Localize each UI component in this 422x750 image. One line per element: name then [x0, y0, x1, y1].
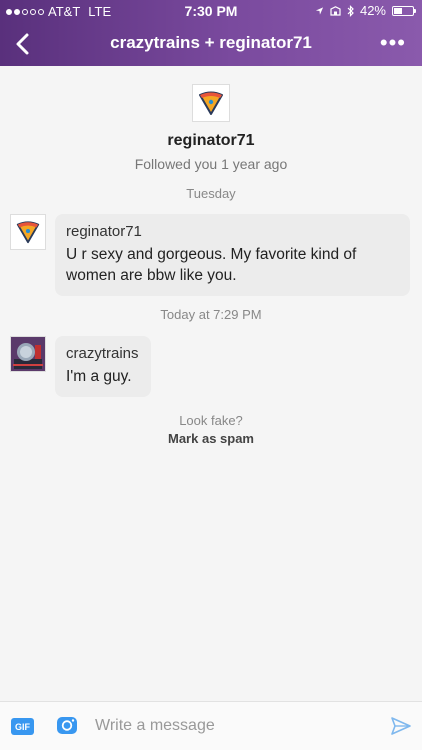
header-bar: AT&T LTE 7:30 PM 42% crazytrains + regin…	[0, 0, 422, 66]
message-input[interactable]	[95, 715, 375, 737]
mark-as-spam-link[interactable]: Mark as spam	[168, 431, 254, 446]
camera-icon[interactable]	[56, 714, 78, 736]
message-bubble[interactable]: reginator71 U r sexy and gorgeous. My fa…	[55, 214, 410, 296]
message-composer: GIF	[0, 701, 422, 750]
status-right: 42%	[315, 3, 416, 18]
location-arrow-icon	[315, 6, 324, 15]
send-icon[interactable]	[390, 715, 412, 737]
profile-summary: reginator71 Followed you 1 year ago	[0, 84, 422, 172]
avatar[interactable]	[192, 84, 230, 122]
gif-button[interactable]: GIF	[11, 718, 34, 735]
status-bar: AT&T LTE 7:30 PM 42%	[0, 0, 422, 22]
spam-question: Look fake?	[179, 413, 243, 428]
pizza-slice-icon	[199, 91, 223, 115]
train-avatar-icon	[11, 337, 45, 371]
more-options-button[interactable]: •••	[380, 30, 406, 56]
message-row: crazytrains I'm a guy.	[10, 336, 151, 397]
avatar[interactable]	[10, 214, 46, 250]
message-sender: reginator71	[66, 223, 142, 240]
pizza-slice-icon	[16, 221, 40, 244]
battery-icon	[392, 5, 416, 16]
profile-username[interactable]: reginator71	[0, 132, 422, 150]
spam-prompt: Look fake? Mark as spam	[0, 413, 422, 446]
message-row: reginator71 U r sexy and gorgeous. My fa…	[10, 214, 410, 296]
alarm-icon	[330, 5, 341, 16]
date-separator: Tuesday	[186, 186, 236, 201]
message-text: U r sexy and gorgeous. My favorite kind …	[66, 246, 357, 284]
message-bubble[interactable]: crazytrains I'm a guy.	[55, 336, 151, 397]
avatar[interactable]	[10, 336, 46, 372]
bluetooth-icon	[347, 4, 354, 17]
nav-bar: crazytrains + reginator71 •••	[0, 22, 422, 66]
message-sender: crazytrains	[66, 345, 139, 362]
conversation-title: crazytrains + reginator71	[110, 33, 312, 52]
date-separator: Today at 7:29 PM	[160, 307, 262, 322]
message-text: I'm a guy.	[66, 368, 132, 385]
profile-followed-text: Followed you 1 year ago	[134, 156, 288, 172]
battery-percent: 42%	[359, 3, 386, 18]
